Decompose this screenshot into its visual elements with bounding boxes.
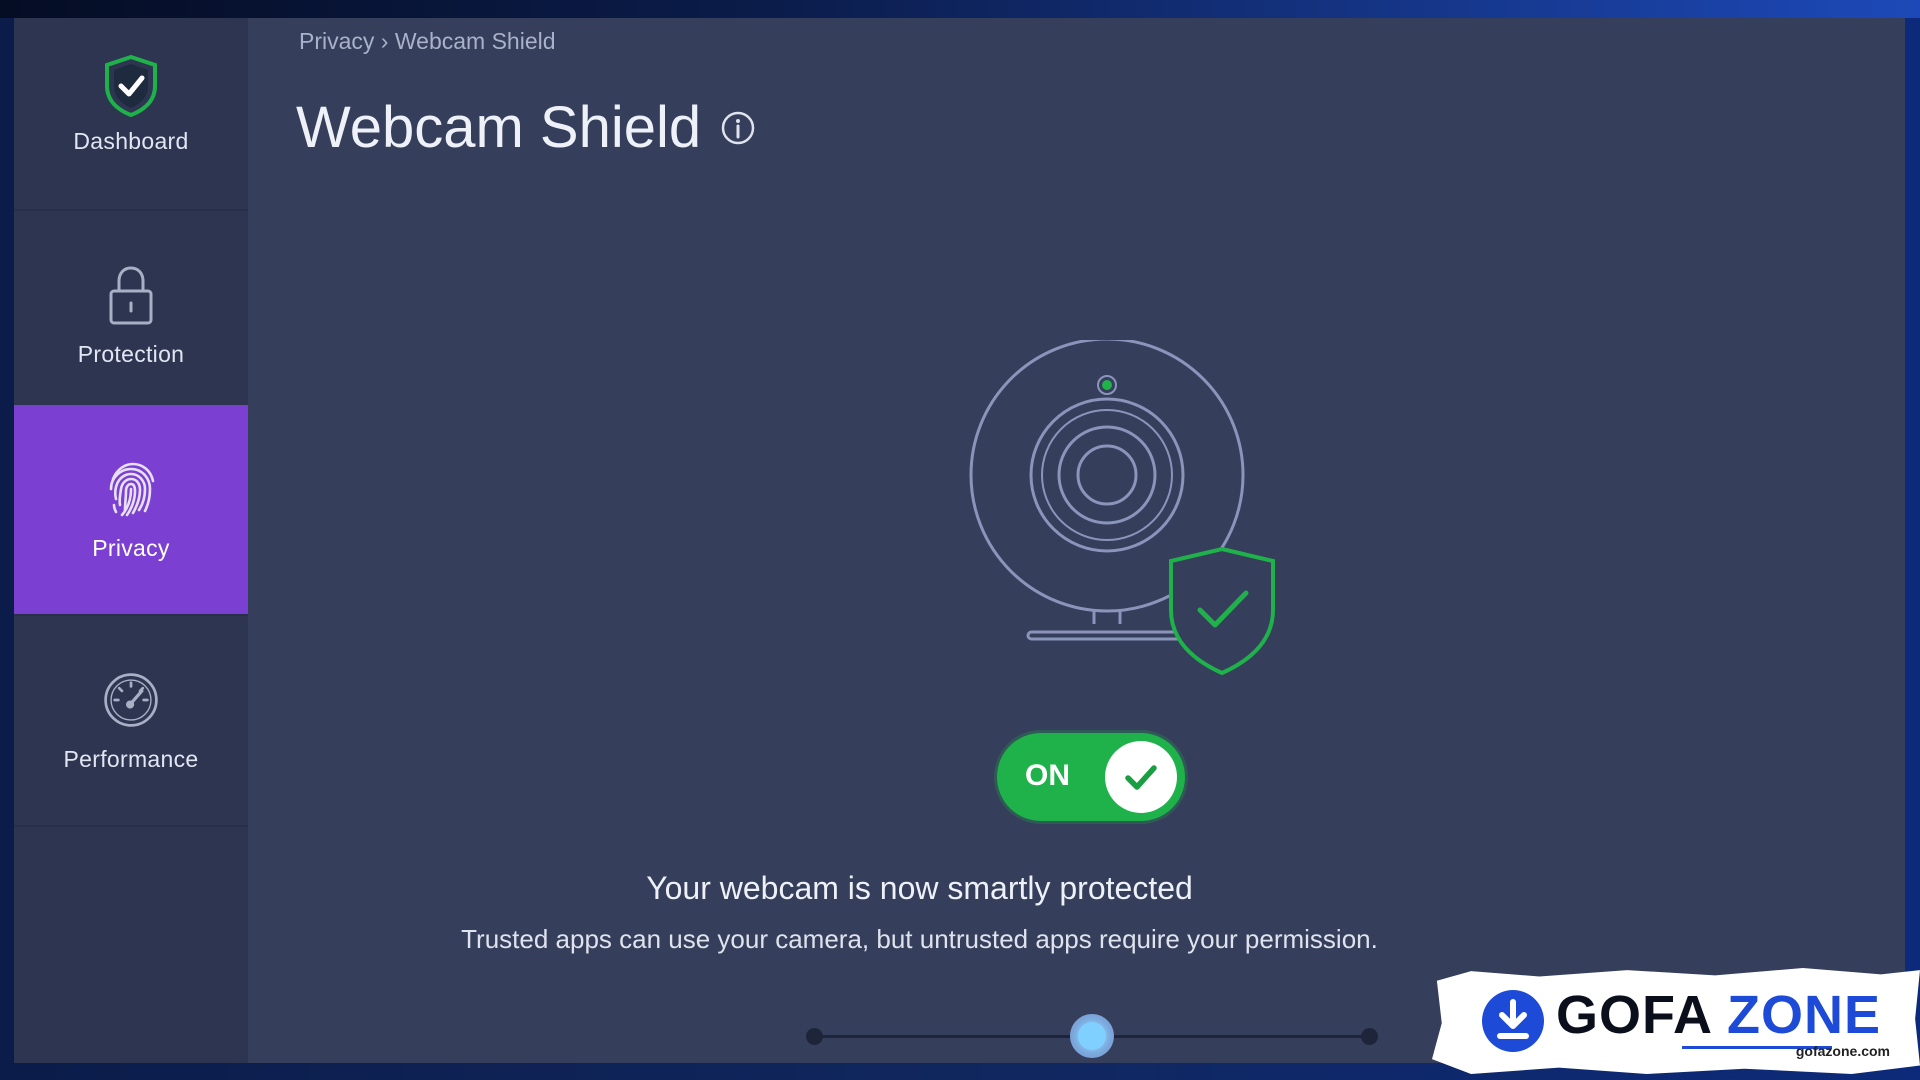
slider-stop-right[interactable] bbox=[1361, 1028, 1378, 1045]
sidebar-item-label: Dashboard bbox=[73, 128, 189, 154]
lock-icon bbox=[102, 263, 160, 327]
sidebar-item-protection[interactable]: Protection bbox=[14, 211, 248, 422]
protection-mode-slider[interactable] bbox=[792, 1008, 1392, 1063]
page-title-container: Webcam Shield bbox=[296, 94, 755, 161]
speedometer-icon bbox=[102, 668, 160, 732]
webcam-icon bbox=[969, 337, 1275, 676]
status-description: Trusted apps can use your camera, but un… bbox=[461, 924, 1378, 954]
status-title: Your webcam is now smartly protected bbox=[646, 870, 1193, 906]
download-icon bbox=[1480, 988, 1546, 1054]
checkmark-icon bbox=[1125, 765, 1157, 790]
sidebar-item-label: Protection bbox=[77, 341, 185, 367]
toggle-knob bbox=[1105, 741, 1177, 813]
window-frame bbox=[0, 0, 1920, 18]
breadcrumb: Privacy › Webcam Shield bbox=[299, 28, 556, 55]
toggle-label: ON bbox=[1025, 759, 1070, 792]
sidebar-item-dashboard[interactable]: Dashboard bbox=[14, 18, 248, 211]
app-window: Dashboard Protection Privacy Performance… bbox=[14, 18, 1905, 1063]
shield-check-icon bbox=[1169, 546, 1275, 676]
sidebar-item-performance[interactable]: Performance bbox=[14, 616, 248, 827]
watermark-brand-part1: GOFA bbox=[1556, 985, 1712, 1045]
breadcrumb-current: Webcam Shield bbox=[394, 28, 556, 54]
page-title: Webcam Shield bbox=[296, 95, 702, 160]
watermark-url: gofazone.com bbox=[1795, 1043, 1890, 1059]
webcam-shield-toggle[interactable]: ON bbox=[997, 733, 1185, 821]
fingerprint-icon bbox=[102, 457, 160, 521]
sidebar-item-label: Performance bbox=[63, 746, 199, 772]
sidebar-item-privacy[interactable]: Privacy bbox=[14, 405, 248, 616]
watermark-brand-part2: ZONE bbox=[1727, 985, 1882, 1045]
shield-check-icon bbox=[102, 54, 160, 118]
info-icon[interactable] bbox=[721, 111, 755, 145]
sidebar-item-label: Privacy bbox=[92, 535, 170, 561]
slider-stop-left[interactable] bbox=[806, 1028, 823, 1045]
webcam-shield-illustration bbox=[944, 337, 1294, 680]
watermark-brand: GOFA ZONE bbox=[1556, 984, 1881, 1046]
watermark-logo: GOFA ZONE gofazone.com bbox=[1432, 968, 1920, 1074]
breadcrumb-separator: › bbox=[374, 28, 395, 54]
slider-thumb[interactable] bbox=[1070, 1014, 1114, 1058]
breadcrumb-link-privacy[interactable]: Privacy bbox=[299, 28, 374, 54]
